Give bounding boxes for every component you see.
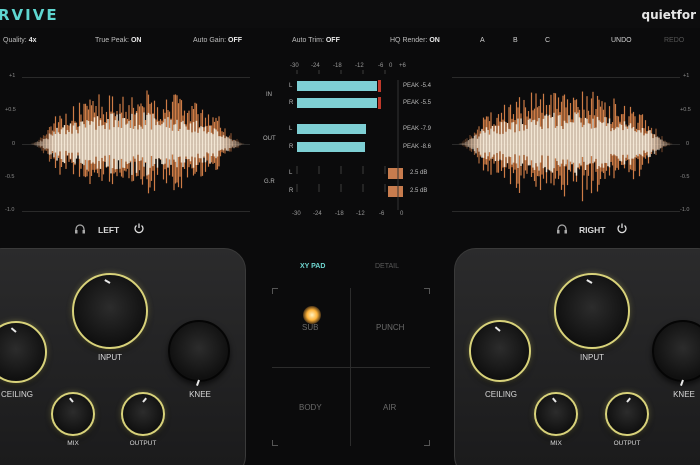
right-ceiling-knob[interactable]	[469, 320, 531, 382]
meter-tick-label: +6	[399, 63, 406, 69]
brand-name: quietfor	[641, 8, 696, 22]
wave-scale-left: +0.5	[5, 107, 16, 113]
undo-button[interactable]: UNDO	[611, 37, 632, 44]
true-peak-value: ON	[130, 37, 142, 44]
meter-tick-label: 0	[389, 63, 393, 69]
gr-label: G.R	[264, 179, 275, 185]
auto-trim-label: Auto Trim:	[292, 37, 324, 44]
xy-pad[interactable]	[272, 288, 430, 446]
xy-punch-label: PUNCH	[376, 323, 405, 332]
preset-b-button[interactable]: B	[513, 37, 518, 44]
wave-scale-right: +1	[683, 73, 690, 79]
wave-scale-left: 0	[12, 141, 16, 147]
left-channel-label: LEFT	[98, 225, 120, 235]
meter-tick-label: -6	[379, 211, 385, 217]
gr-right-value: 2.5 dB	[410, 188, 428, 194]
right-input-label: INPUT	[580, 353, 604, 362]
auto-gain-value: OFF	[228, 37, 243, 44]
hq-render-label: HQ Render:	[390, 37, 428, 44]
power-icon[interactable]	[616, 222, 628, 234]
out-right-peak: PEAK -8.6	[403, 144, 432, 150]
xy-sub-label: SUB	[302, 323, 319, 332]
power-icon[interactable]	[133, 222, 145, 234]
headphones-icon[interactable]	[556, 223, 568, 235]
meter-tick-label: -12	[356, 211, 365, 217]
channel-r-label: R	[289, 188, 294, 194]
right-ceiling-label: CEILING	[484, 390, 517, 399]
right-mix-knob[interactable]	[534, 392, 578, 436]
hq-render-value: ON	[429, 37, 440, 44]
left-input-label: INPUT	[98, 353, 122, 362]
meter-tick-label: -24	[313, 211, 322, 217]
left-input-knob[interactable]	[72, 273, 148, 349]
redo-button[interactable]: REDO	[664, 37, 684, 44]
right-channel-label: RIGHT	[579, 225, 606, 235]
left-mix-knob[interactable]	[51, 392, 95, 436]
out-label: OUT	[263, 136, 276, 142]
meter-tick-label: -24	[311, 63, 320, 69]
xy-body-label: BODY	[299, 403, 322, 412]
quality-label: Quality:	[3, 37, 27, 44]
wave-scale-left: +1	[9, 73, 16, 79]
auto-gain-label: Auto Gain:	[193, 37, 227, 44]
left-knee-knob[interactable]	[168, 320, 230, 386]
headphones-icon[interactable]	[74, 223, 86, 235]
right-output-knob[interactable]	[605, 392, 649, 436]
meter-tick-label: -30	[290, 63, 299, 69]
meter-tick-label: -18	[333, 63, 342, 69]
channel-r-label: R	[289, 144, 294, 150]
quality-value: 4x	[28, 37, 37, 44]
meter-tick-label: -18	[335, 211, 344, 217]
wave-scale-left: -0.5	[5, 174, 15, 180]
left-knee-label: KNEE	[189, 390, 211, 399]
plugin-logo: RVIVE	[0, 6, 59, 24]
in-right-peak: PEAK -5.5	[403, 100, 432, 106]
gr-left-value: 2.5 dB	[410, 170, 428, 176]
xy-handle[interactable]	[303, 306, 321, 324]
quality-option[interactable]: Quality: 4x	[3, 37, 36, 44]
channel-l-label: L	[289, 126, 293, 132]
meter-tick-label: 0	[400, 211, 404, 217]
preset-a-button[interactable]: A	[480, 37, 485, 44]
wave-scale-left: -1.0	[5, 207, 15, 213]
left-ceiling-label: CEILING	[0, 390, 33, 399]
wave-scale-right: -1.0	[680, 207, 690, 213]
left-output-knob[interactable]	[121, 392, 165, 436]
tab-detail[interactable]: DETAIL	[375, 263, 399, 270]
meter-tick-label: -12	[355, 63, 364, 69]
meter-tick-label: -6	[378, 63, 384, 69]
in-left-peak: PEAK -5.4	[403, 83, 432, 89]
auto-gain-option[interactable]: Auto Gain: OFF	[193, 37, 242, 44]
true-peak-option[interactable]: True Peak: ON	[95, 37, 141, 44]
hq-render-option[interactable]: HQ Render: ON	[390, 37, 440, 44]
wave-scale-right: -0.5	[680, 174, 690, 180]
left-output-label: OUTPUT	[129, 440, 157, 447]
true-peak-label: True Peak:	[95, 37, 129, 44]
auto-trim-value: OFF	[325, 37, 340, 44]
meter-ticks	[296, 70, 399, 210]
left-mix-label: MIX	[67, 440, 79, 447]
xy-air-label: AIR	[383, 403, 397, 412]
preset-c-button[interactable]: C	[545, 37, 550, 44]
channel-l-label: L	[289, 83, 293, 89]
channel-l-label: L	[289, 170, 293, 176]
right-output-label: OUTPUT	[613, 440, 641, 447]
out-left-peak: PEAK -7.9	[403, 126, 432, 132]
in-label: IN	[266, 92, 272, 98]
top-bar: RVIVE quietfor	[0, 0, 700, 28]
right-mix-label: MIX	[550, 440, 562, 447]
right-input-knob[interactable]	[554, 273, 630, 349]
meter-tick-label: -30	[292, 211, 301, 217]
wave-scale-right: 0	[686, 141, 690, 147]
left-waveform	[30, 90, 245, 194]
auto-trim-option[interactable]: Auto Trim: OFF	[292, 37, 340, 44]
right-knee-label: KNEE	[673, 390, 695, 399]
wave-scale-right: +0.5	[680, 107, 691, 113]
channel-r-label: R	[289, 100, 294, 106]
right-waveform	[458, 91, 673, 202]
tab-xy-pad[interactable]: XY PAD	[300, 263, 325, 270]
